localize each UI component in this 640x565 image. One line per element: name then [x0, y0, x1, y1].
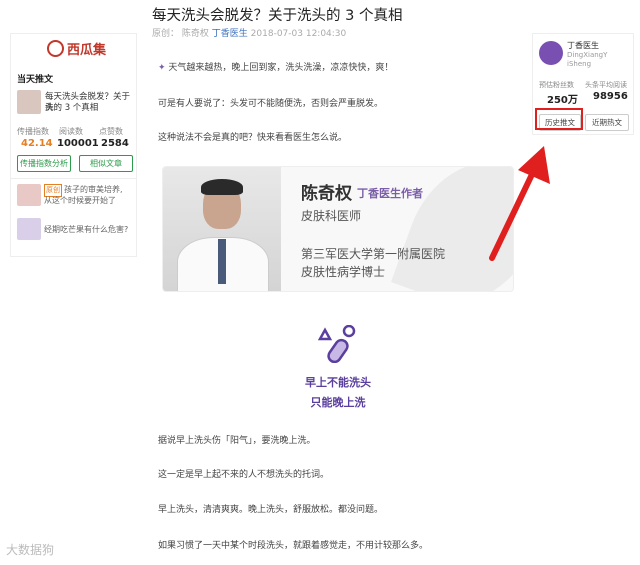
related-title-1a: 孩子的审美培养, [64, 185, 123, 194]
related-thumbnail-1[interactable] [17, 184, 41, 206]
author-job: 皮肤科医师 [301, 209, 362, 223]
stat-label-likes: 点赞数 [99, 127, 123, 136]
article-meta: 原创： 陈奇权 丁香医生 2018-07-03 12:04:30 [152, 26, 346, 39]
paragraph-5: 这一定是早上起不来的人不想洗头的托词。 [158, 470, 330, 480]
meta-account-link[interactable]: 丁香医生 [212, 29, 248, 39]
similar-articles-button[interactable]: 相似文章 [79, 155, 133, 172]
paragraph-3: 这种说法不会是真的吧？快来看看医生怎么说。 [158, 133, 348, 143]
meta-date: 2018-07-03 12:04:30 [250, 29, 347, 39]
highlight-box [535, 108, 583, 130]
stat-label-reads: 阅读数 [59, 127, 83, 136]
spread-analysis-button[interactable]: 传播指数分析 [17, 155, 71, 172]
section-title: 当天推文 [17, 75, 54, 85]
left-panel: 西瓜集 当天推文 每天洗头会脱发？关于洗 头的 3 个真相 传播指数 阅读数 点… [10, 33, 137, 257]
author-card: 陈奇权 丁香医生作者 皮肤科医师 第三军医大学第一附属医院 皮肤性病学博士 [162, 166, 514, 292]
paragraph-6: 早上洗头，清清爽爽。晚上洗头，舒服放松。都没问题。 [158, 505, 384, 515]
avg-read-label: 头条平均阅读 [585, 81, 627, 89]
author-photo [163, 167, 281, 291]
stat-value-likes: 2584 [101, 138, 129, 149]
author-name: 陈奇权 [301, 184, 352, 204]
annotation-arrow-icon [489, 146, 550, 261]
author-role: 丁香医生作者 [357, 187, 423, 200]
meta-source: 原创： [152, 29, 180, 39]
xiguaji-logo[interactable]: 西瓜集 [47, 39, 106, 58]
butterfly-icon: ✦ [158, 63, 166, 73]
stat-value-reads: 100001 [57, 138, 99, 149]
article-title-line2[interactable]: 头的 3 个真相 [45, 103, 98, 114]
account-id: DingXiangY iSheng [567, 51, 607, 69]
stat-value-spread: 42.14 [21, 138, 53, 149]
watermark: 大数据狗 [6, 543, 55, 557]
paragraph-4: 据说早上洗头伤「阳气」，要洗晚上洗。 [158, 436, 316, 446]
paragraph-7: 如果习惯了一天中某个时段洗头，就跟着感觉走，不用计较那么多。 [158, 541, 429, 551]
paragraph-2: 可是有人要说了：头发可不能随便洗，否则会严重脱发。 [158, 99, 384, 109]
article-title: 每天洗头会脱发？关于洗头的 3 个真相 [152, 8, 403, 24]
related-article-2[interactable]: 经期吃芒果有什么危害? [44, 224, 128, 235]
account-avatar[interactable] [539, 41, 563, 65]
paragraph-1-text: 天气越来越热，晚上回到家，洗头洗澡，凉凉快快，爽！ [168, 63, 394, 73]
logo-mark-icon [47, 40, 64, 57]
fans-label: 预估粉丝数 [539, 81, 574, 89]
meta-author[interactable]: 陈奇权 [182, 29, 209, 39]
author-degree: 皮肤性病学博士 [301, 265, 386, 279]
related-title-1b[interactable]: 从这个时候要开始了 [44, 195, 116, 206]
account-name[interactable]: 丁香医生 [567, 40, 599, 51]
section-heading-2: 只能晚上洗 [310, 396, 366, 409]
paragraph-1: ✦ 天气越来越热，晚上回到家，洗头洗澡，凉凉快快，爽！ [158, 60, 393, 73]
related-thumbnail-2[interactable] [17, 218, 41, 240]
account-id-line2: iSheng [567, 60, 592, 68]
article-thumbnail[interactable] [17, 90, 41, 114]
fans-value: 250万 [547, 95, 578, 106]
divider [11, 178, 136, 179]
logo-text: 西瓜集 [67, 43, 107, 58]
stat-label-spread: 传播指数 [17, 127, 49, 136]
author-hospital: 第三军医大学第一附属医院 [301, 247, 446, 261]
flask-icon [318, 325, 356, 363]
account-id-line1: DingXiangY [567, 51, 608, 59]
recent-hot-button[interactable]: 近期热文 [585, 114, 629, 131]
avg-read-value: 98956 [593, 91, 628, 102]
section-heading-1: 早上不能洗头 [305, 376, 371, 389]
